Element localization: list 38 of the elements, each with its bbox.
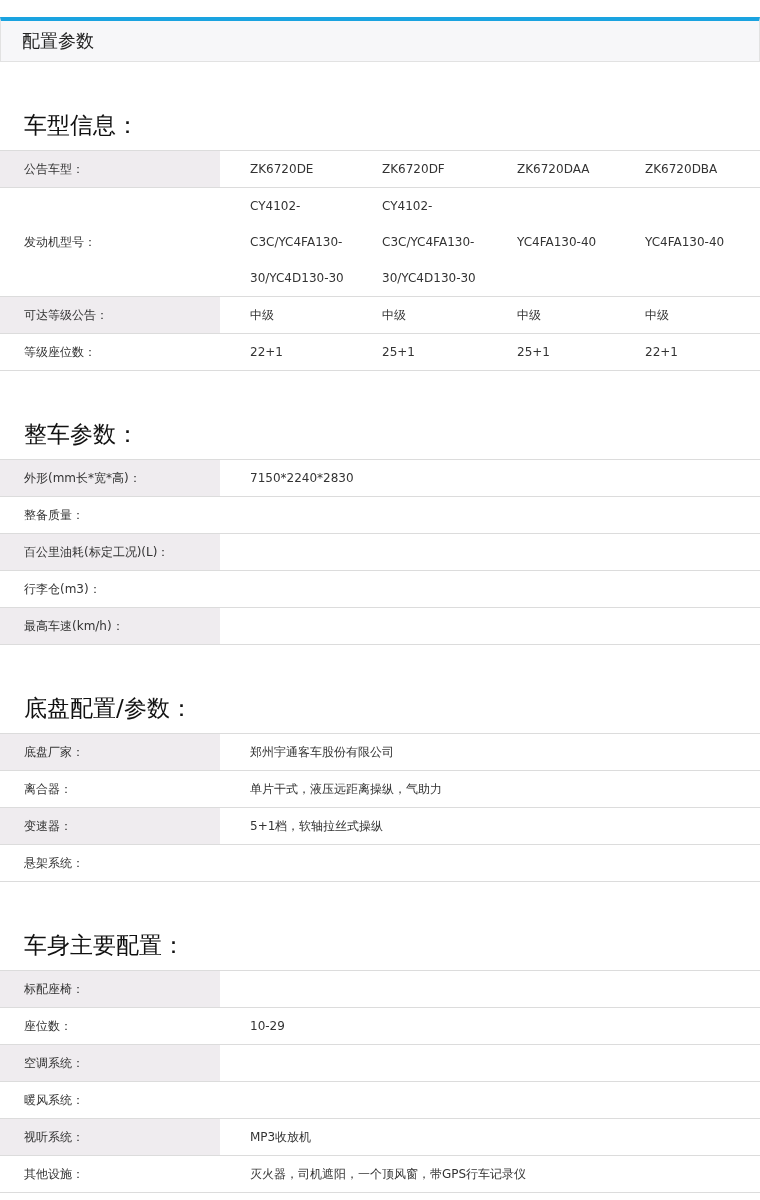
value-cell-text: 25+1	[382, 344, 416, 361]
value-cell-text: 单片干式，液压远距离操纵，气助力	[250, 781, 443, 798]
value-cell-text: ZK6720DE	[250, 161, 315, 178]
value-cell-text: 中级	[645, 307, 670, 324]
header-title: 配置参数	[22, 29, 94, 53]
value-cell-text: CY4102-C3C/YC4FA130-30/YC4D130-30	[250, 198, 345, 287]
value-cell-text: 中级	[517, 307, 542, 324]
section-title: 车型信息：	[23, 111, 140, 140]
value-cell-text: ZK6720DBA	[645, 161, 719, 178]
row-label: 最高车速(km/h)：	[0, 608, 220, 644]
row-label: 可达等级公告：	[0, 297, 220, 333]
row-label: 空调系统：	[0, 1045, 220, 1081]
row-label: 视听系统：	[0, 1119, 220, 1155]
value-cell-text: ZK6720DAA	[517, 161, 591, 178]
value-cell-text: 7150*2240*2830	[250, 470, 355, 487]
value-cell-text: YC4FA130-40	[645, 234, 726, 251]
row-label: 公告车型：	[0, 151, 220, 187]
value-cell-text: YC4FA130-40	[517, 234, 598, 251]
value-cell-text: 22+1	[645, 344, 679, 361]
value-cell-text: 灭火器，司机遮阳，一个顶风窗，带GPS行车记录仪	[250, 1166, 528, 1183]
value-cell-text: 中级	[382, 307, 407, 324]
value-cell-text: ZK6720DF	[382, 161, 446, 178]
row-label: 百公里油耗(标定工况)(L)：	[0, 534, 220, 570]
value-cell-text: 22+1	[250, 344, 284, 361]
value-cell-text: 25+1	[517, 344, 551, 361]
row-label: 标配座椅：	[0, 971, 220, 1007]
value-cell-text: MP3收放机	[250, 1129, 313, 1146]
row-label: 变速器：	[0, 808, 220, 844]
value-cell-text: 5+1档，软轴拉丝式操纵	[250, 818, 385, 835]
value-cell-text: 中级	[250, 307, 275, 324]
section-title: 车身主要配置：	[23, 931, 186, 960]
section-title: 整车参数：	[23, 420, 140, 449]
value-cell-text: 郑州宇通客车股份有限公司	[250, 744, 395, 761]
row-label: 外形(mm长*宽*高)：	[0, 460, 220, 496]
value-cell-text: CY4102-C3C/YC4FA130-30/YC4D130-30	[382, 198, 477, 287]
row-label: 底盘厂家：	[0, 734, 220, 770]
value-cell-text: 10-29	[250, 1018, 286, 1035]
section-title: 底盘配置/参数：	[23, 694, 194, 723]
